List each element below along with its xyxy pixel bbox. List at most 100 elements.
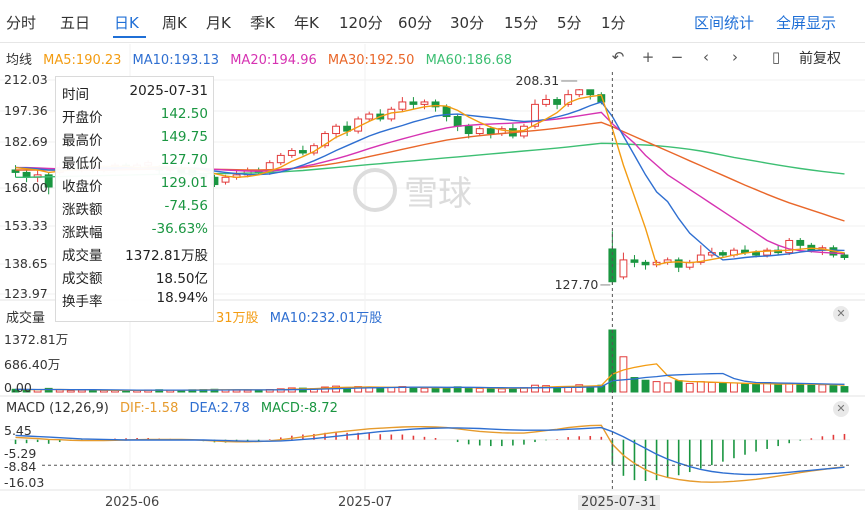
candle-body bbox=[796, 239, 805, 246]
macd-y-tick: 5.45 bbox=[4, 423, 32, 438]
candle-body bbox=[486, 128, 495, 135]
tooltip-row-open: 开盘价 142.50 bbox=[62, 106, 208, 126]
volume-bar bbox=[674, 380, 683, 393]
tooltip-key: 成交额 bbox=[62, 271, 103, 287]
candle-body bbox=[641, 261, 650, 266]
candle-body bbox=[586, 89, 595, 96]
macd-legend-title: MACD (12,26,9) bbox=[6, 401, 109, 416]
macd-legend: MACD (12,26,9) DIF:-1.58 DEA:2.78 MACD:-… bbox=[6, 401, 345, 416]
tooltip-row-time: 时间 2025-07-31 bbox=[62, 83, 208, 103]
tooltip-value: 129.01 bbox=[160, 175, 208, 191]
candle-body bbox=[630, 259, 639, 263]
candle-body bbox=[276, 154, 285, 164]
x-tick-june: 2025-06 bbox=[105, 495, 160, 510]
tooltip-row-change: 涨跌额 -74.56 bbox=[62, 198, 208, 218]
volume-bar bbox=[641, 379, 650, 393]
volume-bar bbox=[829, 385, 838, 393]
volume-bar bbox=[685, 382, 694, 393]
tooltip-key: 收盘价 bbox=[62, 179, 103, 195]
tooltip-value: 149.75 bbox=[160, 129, 208, 145]
price-y-tick: 138.65 bbox=[4, 256, 48, 271]
volume-ma5-legend: 31万股 bbox=[216, 311, 259, 326]
candle-body bbox=[453, 116, 462, 127]
macd-dif-legend: DIF:-1.58 bbox=[120, 401, 179, 416]
watermark-logo-icon bbox=[353, 168, 397, 212]
macd-dif-line bbox=[15, 424, 845, 483]
volume-bar bbox=[88, 390, 97, 393]
volume-bar bbox=[807, 384, 816, 393]
candle-body bbox=[464, 125, 473, 135]
price-y-tick: 123.97 bbox=[4, 286, 48, 301]
volume-bar bbox=[741, 383, 749, 393]
tooltip-row-volume: 成交量 1372.81万股 bbox=[62, 244, 208, 264]
macd-dea-line bbox=[15, 426, 845, 476]
candle-body bbox=[420, 101, 429, 105]
macd-close-icon[interactable]: ✕ bbox=[833, 401, 849, 417]
tooltip-value: 18.94% bbox=[156, 290, 208, 306]
tooltip-value: 1372.81万股 bbox=[125, 248, 208, 264]
tooltip-key: 最高价 bbox=[62, 133, 103, 149]
volume-ma10-legend: MA10:232.01万股 bbox=[269, 311, 383, 326]
volume-bar bbox=[652, 381, 661, 393]
volume-bar bbox=[818, 384, 827, 393]
volume-legend-title: 成交量 bbox=[6, 311, 46, 326]
macd-value-legend: MACD:-8.72 bbox=[260, 401, 338, 416]
volume-y-tick: 0.00 bbox=[4, 380, 32, 395]
candle-body bbox=[365, 113, 374, 120]
candle-body bbox=[575, 89, 584, 96]
tooltip-row-turnover-rate: 换手率 18.94% bbox=[62, 290, 208, 310]
volume-bar bbox=[840, 386, 849, 393]
tooltip-key: 开盘价 bbox=[62, 110, 103, 126]
price-y-tick: 168.00 bbox=[4, 180, 48, 195]
candle-body bbox=[409, 101, 418, 105]
tooltip-value: 2025-07-31 bbox=[129, 83, 208, 99]
volume-bar bbox=[718, 382, 727, 393]
volume-close-icon[interactable]: ✕ bbox=[833, 306, 849, 322]
candle-body bbox=[752, 252, 760, 256]
volume-y-tick: 686.40万 bbox=[4, 357, 61, 372]
price-y-tick: 182.69 bbox=[4, 134, 48, 149]
tooltip-row-low: 最低价 127.70 bbox=[62, 152, 208, 172]
volume-bar bbox=[66, 389, 75, 393]
volume-bar bbox=[77, 389, 86, 393]
volume-legend-ma: 31万股 MA10:232.01万股 bbox=[216, 307, 389, 326]
candle-body bbox=[287, 150, 296, 156]
macd-dea-legend: DEA:2.78 bbox=[189, 401, 250, 416]
volume-bar bbox=[707, 382, 716, 393]
candle-body bbox=[298, 150, 307, 154]
x-tick-july: 2025-07 bbox=[338, 495, 393, 510]
tooltip-value: 142.50 bbox=[160, 106, 208, 122]
candle-body bbox=[718, 252, 727, 256]
candle-body bbox=[475, 128, 484, 135]
tooltip-row-high: 最高价 149.75 bbox=[62, 129, 208, 149]
volume-bar bbox=[796, 383, 805, 393]
volume-bar bbox=[774, 384, 783, 393]
candle-body bbox=[619, 259, 628, 278]
volume-bar bbox=[464, 387, 473, 393]
volume-bar bbox=[376, 387, 385, 393]
candle-body bbox=[542, 99, 550, 105]
volume-bar bbox=[486, 388, 495, 393]
volume-bar bbox=[475, 387, 484, 393]
tooltip-key: 换手率 bbox=[62, 294, 103, 310]
candle-body bbox=[553, 99, 562, 105]
volume-y-tick: 1372.81万 bbox=[4, 332, 69, 347]
candle-body bbox=[332, 125, 340, 135]
volume-bar bbox=[531, 384, 539, 393]
tooltip-key: 最低价 bbox=[62, 156, 103, 172]
volume-bar bbox=[663, 382, 672, 393]
tooltip-key: 时间 bbox=[62, 87, 89, 103]
volume-bar bbox=[696, 381, 705, 393]
tooltip-key: 涨跌幅 bbox=[62, 225, 103, 241]
volume-bar bbox=[420, 387, 429, 393]
tooltip-value: 18.50亿 bbox=[155, 271, 208, 287]
candle-body bbox=[398, 101, 407, 110]
crosshair-x-label: 2025-07-31 bbox=[578, 495, 660, 510]
tooltip-value: 127.70 bbox=[160, 152, 208, 168]
max-price-label: 208.31 bbox=[515, 73, 559, 88]
volume-legend: 成交量 bbox=[6, 307, 52, 326]
price-y-tick: 197.36 bbox=[4, 103, 48, 118]
candle-body bbox=[221, 176, 230, 183]
tooltip-row-close: 收盘价 129.01 bbox=[62, 175, 208, 195]
volume-bar bbox=[497, 388, 506, 393]
